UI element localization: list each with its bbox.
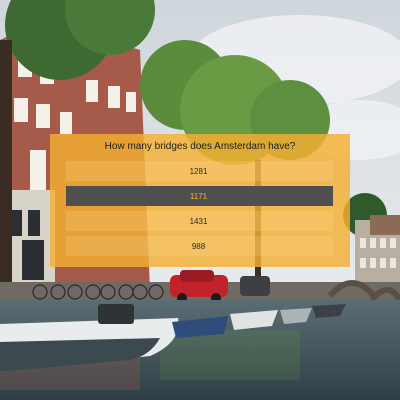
answer-option-1281[interactable]: 1281	[66, 161, 333, 181]
answer-option-1431[interactable]: 1431	[66, 211, 333, 231]
answer-option-988[interactable]: 988	[66, 236, 333, 256]
quiz-question: How many bridges does Amsterdam have?	[104, 141, 296, 152]
answer-option-1171[interactable]: 1171	[66, 186, 333, 206]
